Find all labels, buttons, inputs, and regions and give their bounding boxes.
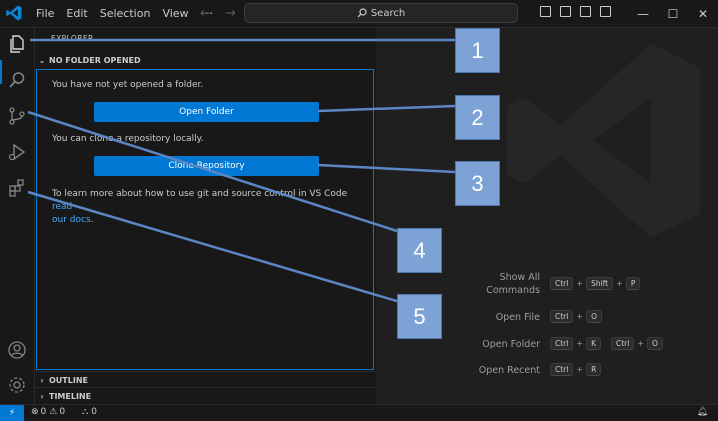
no-folder-panel: You have not yet opened a folder. Open F… (36, 69, 374, 370)
shortcut-label-open-folder: Open Folder (482, 339, 540, 350)
search-placeholder: Search (370, 7, 406, 19)
open-folder-button[interactable]: Open Folder (94, 102, 319, 122)
key: Ctrl (550, 337, 574, 350)
callout-4: 4 (397, 228, 442, 273)
error-count: 0 (40, 407, 47, 417)
toggle-primary-sidebar-icon[interactable] (540, 6, 551, 17)
remote-indicator-icon[interactable]: ⚡ (0, 405, 24, 421)
menu-view[interactable]: View (156, 7, 194, 20)
settings-gear-icon[interactable] (7, 375, 27, 395)
section-no-folder-label: NO FOLDER OPENED (49, 55, 141, 65)
clone-repository-button[interactable]: Clone Repository (94, 156, 319, 176)
key: Ctrl (610, 337, 635, 350)
editor-area: Show All Commands Ctrl + Shift + P Open Fi… (376, 28, 718, 404)
ports-count: 0 (91, 407, 97, 417)
learn-more-message: To learn more about how to use git and s… (52, 188, 362, 227)
no-folder-message: You have not yet opened a folder. (52, 80, 204, 90)
layout-controls (540, 6, 620, 17)
vscode-watermark-icon (506, 43, 701, 238)
activity-bar (0, 28, 35, 404)
problems-indicator[interactable]: ⊗ 0 ⚠ 0 (31, 407, 65, 417)
callout-5: 5 (397, 294, 442, 339)
source-control-icon[interactable] (7, 106, 27, 126)
section-outline[interactable]: › OUTLINE (35, 371, 376, 388)
callout-2: 2 (455, 95, 500, 140)
ports-indicator[interactable]: ⛬ 0 (82, 407, 97, 417)
key: R (586, 363, 602, 376)
shortcut-keys-open-file: Ctrl + O (548, 310, 604, 323)
shortcut-keys-show-all-commands: Ctrl + Shift + P (548, 277, 642, 290)
error-icon: ⊗ (31, 407, 39, 417)
read-docs-link-cont[interactable]: our docs (52, 215, 91, 225)
explorer-sidebar: EXPLORER ⌄ NO FOLDER OPENED You have not… (35, 28, 377, 404)
status-bar: ⚡ ⊗ 0 ⚠ 0 ⛬ 0 🔔︎ (0, 404, 718, 421)
shortcut-keys-open-folder: Ctrl + K Ctrl + O (548, 337, 665, 350)
key: O (647, 337, 663, 350)
key: Shift (586, 277, 614, 290)
menu-bar: File Edit Selection View ··· (30, 0, 220, 27)
accounts-icon[interactable] (7, 340, 27, 360)
learn-more-end: . (90, 215, 94, 225)
menu-file[interactable]: File (30, 7, 60, 20)
callout-3: 3 (455, 161, 500, 206)
section-timeline-label: TIMELINE (49, 391, 92, 401)
read-docs-link[interactable]: read (52, 202, 72, 212)
nav-arrows: ← → (200, 6, 246, 21)
chevron-right-icon: › (40, 375, 44, 385)
toggle-secondary-sidebar-icon[interactable] (580, 6, 591, 17)
command-center-search[interactable]: Search (244, 3, 518, 23)
maximize-button[interactable]: ☐ (658, 7, 688, 21)
key: Ctrl (550, 363, 574, 376)
search-view-icon[interactable] (7, 70, 27, 90)
ports-icon: ⛬ (82, 407, 89, 417)
chevron-down-icon: ⌄ (38, 55, 46, 65)
key: O (586, 310, 602, 323)
section-no-folder[interactable]: ⌄ NO FOLDER OPENED (35, 52, 376, 68)
vscode-logo-icon (6, 5, 22, 21)
title-bar: File Edit Selection View ··· ← → Search … (0, 0, 718, 28)
shortcut-label-show-all-commands: Show All Commands (486, 272, 540, 296)
menu-selection[interactable]: Selection (94, 7, 157, 20)
key: P (625, 277, 641, 290)
learn-more-text: To learn more about how to use git and s… (52, 189, 348, 199)
run-debug-icon[interactable] (7, 142, 27, 162)
warning-count: 0 (59, 407, 66, 417)
clone-message: You can clone a repository locally. (52, 134, 204, 144)
minimize-button[interactable]: — (628, 7, 658, 21)
forward-arrow-icon[interactable]: → (225, 6, 236, 21)
key: Ctrl (550, 277, 574, 290)
key: Ctrl (550, 310, 574, 323)
extensions-icon[interactable] (7, 178, 27, 198)
customize-layout-icon[interactable] (600, 6, 611, 17)
toggle-panel-icon[interactable] (560, 6, 571, 17)
warning-icon: ⚠ (49, 407, 58, 417)
notifications-bell-icon[interactable]: 🔔︎ (697, 407, 708, 417)
active-indicator (0, 60, 2, 84)
search-icon (357, 8, 367, 18)
section-timeline[interactable]: › TIMELINE (35, 387, 376, 404)
shortcut-keys-open-recent: Ctrl + R (548, 363, 603, 376)
close-button[interactable]: ✕ (688, 7, 718, 21)
back-arrow-icon[interactable]: ← (200, 6, 211, 21)
explorer-icon[interactable] (7, 34, 27, 54)
sidebar-title: EXPLORER (51, 34, 94, 43)
shortcut-label-open-file: Open File (495, 312, 540, 323)
section-outline-label: OUTLINE (49, 375, 88, 385)
chevron-right-icon: › (40, 391, 44, 401)
menu-edit[interactable]: Edit (60, 7, 93, 20)
key: K (586, 337, 601, 350)
shortcut-label-open-recent: Open Recent (478, 365, 540, 376)
window-controls: — ☐ ✕ (628, 0, 718, 27)
callout-1: 1 (455, 28, 500, 73)
